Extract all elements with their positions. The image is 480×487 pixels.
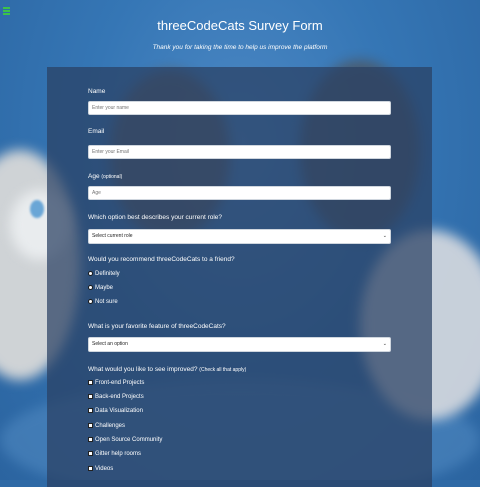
role-label: Which option best describes your current…: [88, 214, 223, 221]
checkbox-label: Videos: [95, 466, 114, 472]
email-input[interactable]: [88, 145, 391, 159]
radio-maybe[interactable]: Maybe: [88, 284, 113, 293]
survey-form: Name Email Age (optional) Which option b…: [47, 67, 432, 487]
checkbox-label: Gitter help rooms: [95, 451, 142, 457]
chevron-down-icon: ⌄: [382, 341, 387, 347]
age-input[interactable]: [88, 186, 391, 200]
checkbox-back-end[interactable]: Back-end Projects: [88, 393, 144, 402]
radio-definitely[interactable]: Definitely: [88, 270, 120, 279]
age-label-note: (optional): [101, 174, 123, 180]
checkbox[interactable]: [88, 407, 93, 413]
checkbox[interactable]: [88, 379, 93, 385]
email-label: Email: [88, 128, 105, 135]
name-label: Name: [88, 88, 106, 95]
age-label: Age (optional): [88, 173, 122, 180]
checkbox[interactable]: [88, 436, 93, 442]
checkbox-label: Challenges: [95, 423, 126, 429]
role-select-value: Select current role: [92, 233, 133, 239]
feature-label: What is your favorite feature of threeCo…: [88, 323, 226, 330]
recommend-label: Would you recommend threeCodeCats to a f…: [88, 256, 235, 263]
chevron-down-icon: ⌄: [382, 233, 387, 239]
role-select[interactable]: Select current role ⌄: [88, 229, 391, 244]
improve-label-text: What would you like to see improved?: [88, 366, 198, 373]
checkbox-label: Data Visualization: [95, 408, 143, 414]
checkbox-open-source[interactable]: Open Source Community: [88, 436, 162, 445]
age-label-text: Age: [88, 173, 100, 180]
page-title: threeCodeCats Survey Form: [157, 18, 323, 33]
page-subtitle: Thank you for taking the time to help us…: [152, 44, 328, 51]
radio-not-sure[interactable]: Not sure: [88, 298, 118, 307]
checkbox-front-end[interactable]: Front-end Projects: [88, 379, 144, 388]
checkbox-data-visualization[interactable]: Data Visualization: [88, 407, 143, 416]
radio-label: Definitely: [95, 271, 120, 277]
checkbox-label: Open Source Community: [95, 437, 163, 443]
checkbox[interactable]: [88, 465, 93, 471]
improve-label: What would you like to see improved? (Ch…: [88, 366, 246, 373]
checkbox-videos[interactable]: Videos: [88, 465, 113, 474]
improve-label-note: (Check all that apply): [199, 367, 247, 373]
radio-label: Maybe: [95, 285, 114, 291]
feature-select[interactable]: Select an option ⌄: [88, 337, 391, 352]
checkbox-gitter[interactable]: Gitter help rooms: [88, 450, 141, 459]
name-input[interactable]: [88, 101, 391, 115]
radio-button[interactable]: [88, 298, 93, 304]
checkbox-label: Back-end Projects: [95, 394, 144, 400]
feature-select-value: Select an option: [92, 341, 128, 347]
radio-label: Not sure: [95, 299, 118, 305]
checkbox[interactable]: [88, 422, 93, 428]
hamburger-icon[interactable]: [3, 7, 10, 15]
checkbox-label: Front-end Projects: [95, 380, 145, 386]
radio-button[interactable]: [88, 270, 93, 276]
checkbox[interactable]: [88, 450, 93, 456]
checkbox[interactable]: [88, 393, 93, 399]
checkbox-challenges[interactable]: Challenges: [88, 422, 125, 431]
radio-button[interactable]: [88, 284, 93, 290]
